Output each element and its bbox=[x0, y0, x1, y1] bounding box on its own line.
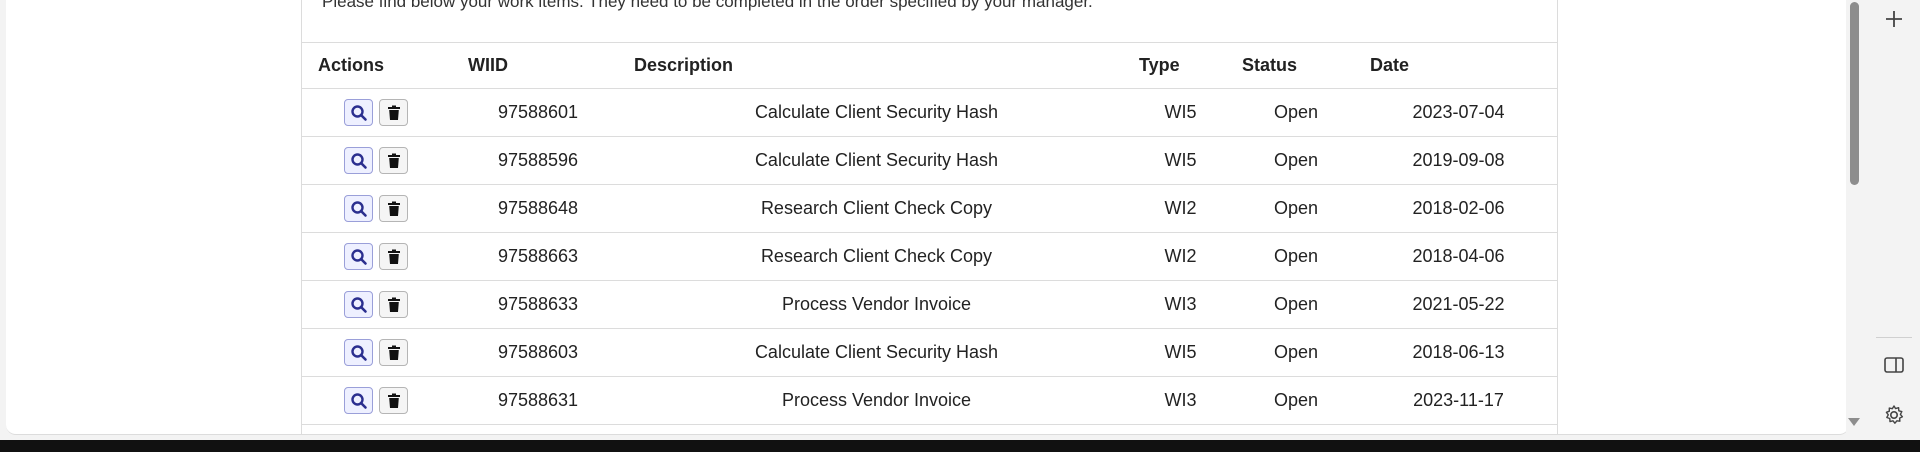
cell-type: WI5 bbox=[1129, 136, 1232, 185]
view-button[interactable] bbox=[344, 195, 373, 222]
right-side-rail bbox=[1868, 0, 1920, 434]
delete-button[interactable] bbox=[379, 387, 408, 414]
row-actions bbox=[302, 232, 452, 281]
header-wiid: WIID bbox=[452, 42, 624, 89]
plus-icon[interactable] bbox=[1881, 6, 1907, 32]
cell-status: Open bbox=[1232, 376, 1360, 425]
cell-wiid: 97588601 bbox=[452, 88, 624, 137]
trash-icon bbox=[387, 153, 401, 169]
cell-date: 2018-04-06 bbox=[1360, 232, 1557, 281]
cell-status: Open bbox=[1232, 136, 1360, 185]
cell-date: 2023-11-17 bbox=[1360, 376, 1557, 425]
trash-icon bbox=[387, 201, 401, 217]
cell-description: Calculate Client Security Hash bbox=[624, 88, 1129, 137]
cell-status: Open bbox=[1232, 232, 1360, 281]
table-row bbox=[302, 424, 1557, 434]
row-actions bbox=[302, 424, 452, 434]
header-status: Status bbox=[1232, 42, 1360, 89]
cell-type: WI5 bbox=[1129, 328, 1232, 377]
row-actions bbox=[302, 376, 452, 425]
row-actions bbox=[302, 328, 452, 377]
vertical-scrollbar[interactable] bbox=[1846, 0, 1862, 434]
sidebar-toggle-icon[interactable] bbox=[1881, 352, 1907, 378]
view-button[interactable] bbox=[344, 387, 373, 414]
work-items-panel: Please find below your work items. They … bbox=[301, 0, 1558, 434]
gear-icon[interactable] bbox=[1881, 402, 1907, 428]
delete-button[interactable] bbox=[379, 195, 408, 222]
scroll-down-arrow-icon[interactable] bbox=[1848, 418, 1860, 426]
trash-icon bbox=[387, 393, 401, 409]
row-actions bbox=[302, 88, 452, 137]
cell-status: Open bbox=[1232, 328, 1360, 377]
cell-type: WI3 bbox=[1129, 280, 1232, 329]
delete-button[interactable] bbox=[379, 99, 408, 126]
header-type: Type bbox=[1129, 42, 1232, 89]
cell-description: Research Client Check Copy bbox=[624, 184, 1129, 233]
cell-date: 2021-05-22 bbox=[1360, 280, 1557, 329]
row-actions bbox=[302, 184, 452, 233]
browser-viewport: Please find below your work items. They … bbox=[6, 0, 1849, 435]
trash-icon bbox=[387, 105, 401, 121]
view-button[interactable] bbox=[344, 243, 373, 270]
table-row: 97588603 Calculate Client Security Hash WI… bbox=[302, 328, 1557, 377]
table-row: 97588633 Process Vendor Invoice WI3 Open 202… bbox=[302, 280, 1557, 329]
trash-icon bbox=[387, 297, 401, 313]
cell-type: WI5 bbox=[1129, 88, 1232, 137]
header-date: Date bbox=[1360, 42, 1557, 89]
cell-wiid: 97588631 bbox=[452, 376, 624, 425]
cell-date: 2018-02-06 bbox=[1360, 184, 1557, 233]
cell-wiid: 97588663 bbox=[452, 232, 624, 281]
view-button[interactable] bbox=[344, 147, 373, 174]
work-items-table: Actions WIID Description Type Status Dat… bbox=[302, 42, 1557, 434]
magnifier-icon bbox=[350, 296, 368, 314]
cell-wiid: 97588596 bbox=[452, 136, 624, 185]
table-row: 97588601 Calculate Client Security Hash WI… bbox=[302, 88, 1557, 137]
cell-description: Process Vendor Invoice bbox=[624, 280, 1129, 329]
magnifier-icon bbox=[350, 344, 368, 362]
scrollbar-thumb[interactable] bbox=[1850, 2, 1859, 185]
view-button[interactable] bbox=[344, 291, 373, 318]
cell-description: Calculate Client Security Hash bbox=[624, 328, 1129, 377]
table-row: 97588663 Research Client Check Copy WI2 Ope… bbox=[302, 232, 1557, 281]
cell-type: WI2 bbox=[1129, 232, 1232, 281]
cell-description: Research Client Check Copy bbox=[624, 232, 1129, 281]
header-actions: Actions bbox=[302, 42, 452, 89]
magnifier-icon bbox=[350, 248, 368, 266]
trash-icon bbox=[387, 249, 401, 265]
magnifier-icon bbox=[350, 104, 368, 122]
cell-status: Open bbox=[1232, 88, 1360, 137]
delete-button[interactable] bbox=[379, 291, 408, 318]
row-actions bbox=[302, 280, 452, 329]
cell-date: 2018-06-13 bbox=[1360, 328, 1557, 377]
magnifier-icon bbox=[350, 152, 368, 170]
cell-description: Calculate Client Security Hash bbox=[624, 136, 1129, 185]
cell-type: WI3 bbox=[1129, 376, 1232, 425]
row-actions bbox=[302, 136, 452, 185]
table-header-row: Actions WIID Description Type Status Dat… bbox=[302, 42, 1557, 89]
cell-date: 2019-09-08 bbox=[1360, 136, 1557, 185]
cell-wiid: 97588603 bbox=[452, 328, 624, 377]
table-row: 97588596 Calculate Client Security Hash WI… bbox=[302, 136, 1557, 185]
delete-button[interactable] bbox=[379, 147, 408, 174]
trash-icon bbox=[387, 345, 401, 361]
header-description: Description bbox=[624, 42, 1129, 89]
delete-button[interactable] bbox=[379, 243, 408, 270]
intro-text: Please find below your work items. They … bbox=[322, 0, 1093, 11]
magnifier-icon bbox=[350, 392, 368, 410]
delete-button[interactable] bbox=[379, 339, 408, 366]
table-row: 97588631 Process Vendor Invoice WI3 Open 202… bbox=[302, 376, 1557, 425]
table-row: 97588648 Research Client Check Copy WI2 Ope… bbox=[302, 184, 1557, 233]
rail-divider bbox=[1876, 337, 1912, 338]
cell-wiid: 97588648 bbox=[452, 184, 624, 233]
cell-date: 2023-07-04 bbox=[1360, 88, 1557, 137]
cell-status: Open bbox=[1232, 184, 1360, 233]
cell-status: Open bbox=[1232, 280, 1360, 329]
cell-description: Process Vendor Invoice bbox=[624, 376, 1129, 425]
taskbar-strip bbox=[0, 440, 1920, 452]
magnifier-icon bbox=[350, 200, 368, 218]
view-button[interactable] bbox=[344, 99, 373, 126]
cell-type: WI2 bbox=[1129, 184, 1232, 233]
view-button[interactable] bbox=[344, 339, 373, 366]
cell-wiid: 97588633 bbox=[452, 280, 624, 329]
